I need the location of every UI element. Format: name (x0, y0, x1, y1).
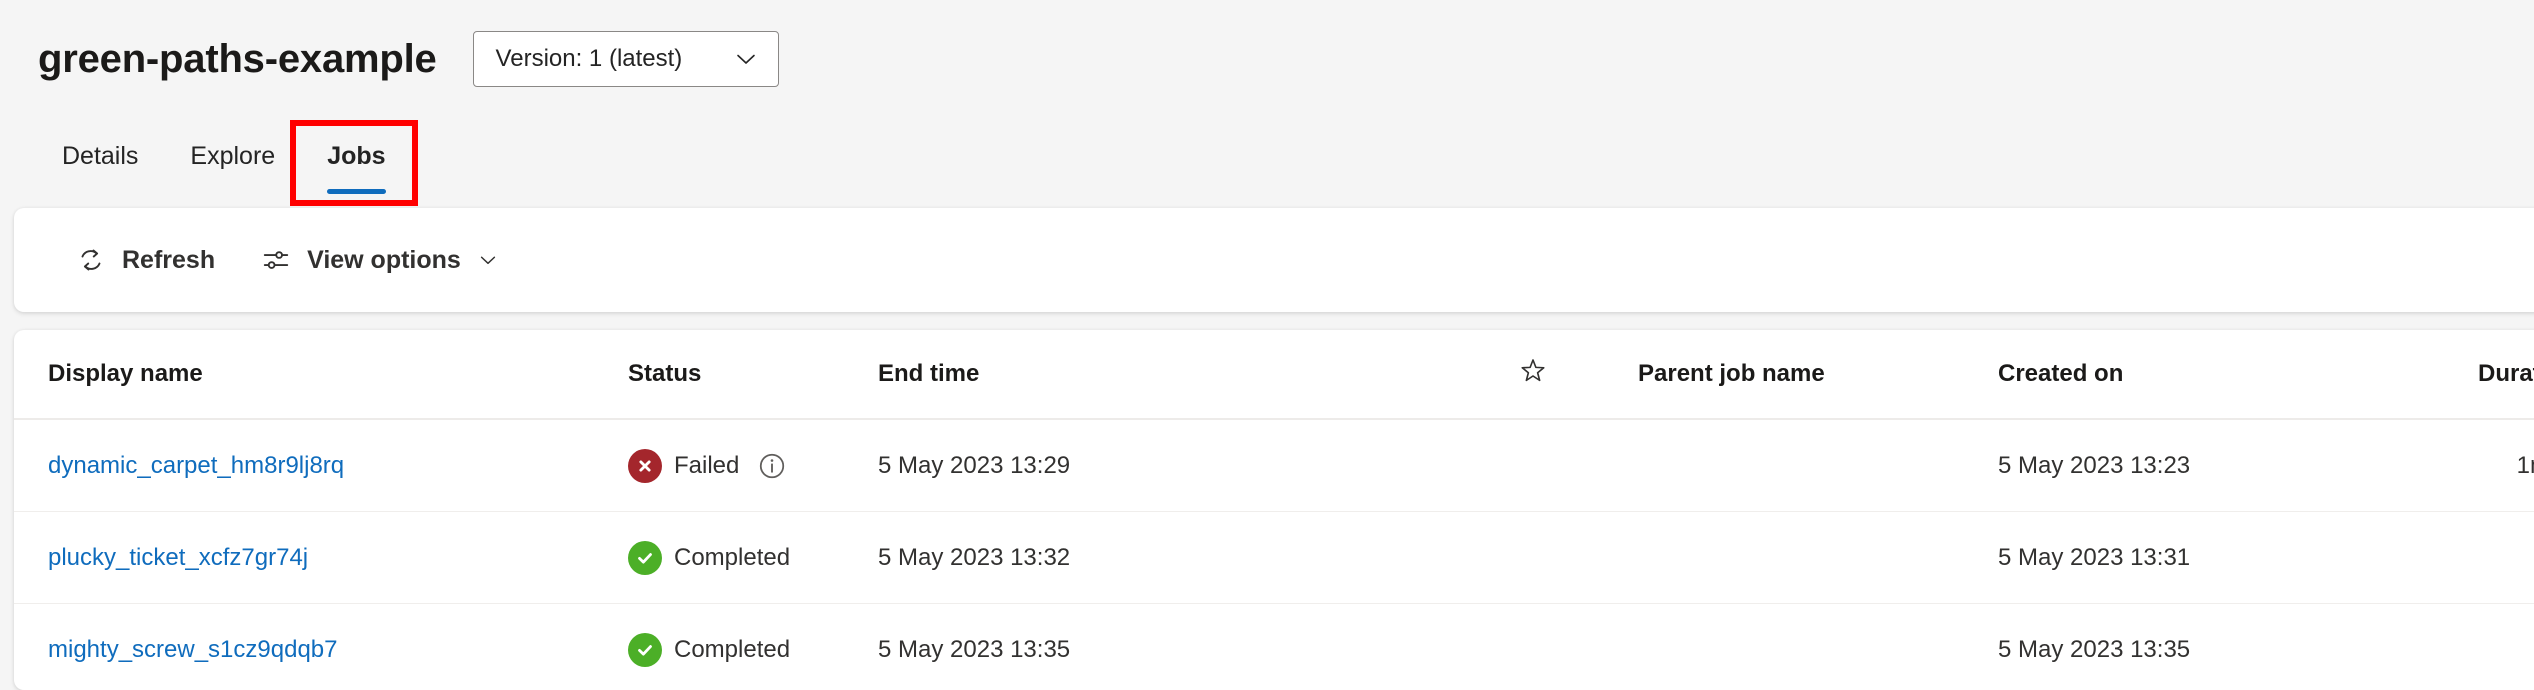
cell-created-on: 5 May 2023 13:23 (1998, 419, 2478, 512)
cell-parent-job-name (1638, 604, 1998, 690)
cell-end-time: 5 May 2023 13:35 (878, 604, 1518, 690)
jobs-table-card: Display name Status End time Parent job … (14, 330, 2534, 690)
status-label: Completed (674, 636, 790, 664)
column-header-parent-job-name[interactable]: Parent job name (1638, 330, 1998, 419)
cell-duration: 15s (2478, 604, 2534, 690)
table-header-row: Display name Status End time Parent job … (14, 330, 2534, 419)
tab-bar: Details Explore Jobs (0, 118, 2534, 208)
settings-sliders-icon (261, 245, 291, 275)
tab-explore-label: Explore (190, 142, 275, 171)
cell-display-name: mighty_screw_s1cz9qdqb7 (14, 604, 628, 690)
cell-parent-job-name (1638, 512, 1998, 604)
tab-jobs-label: Jobs (327, 142, 385, 171)
view-options-button[interactable]: View options (247, 230, 513, 290)
version-dropdown[interactable]: Version: 1 (latest) (473, 31, 779, 87)
table-row[interactable]: mighty_screw_s1cz9qdqb7 Completed (14, 604, 2534, 690)
refresh-button-label: Refresh (122, 246, 215, 275)
column-header-duration[interactable]: Duration (2478, 330, 2534, 419)
cell-end-time: 5 May 2023 13:29 (878, 419, 1518, 512)
page-title: green-paths-example (38, 37, 437, 82)
column-header-created-on[interactable]: Created on (1998, 330, 2478, 419)
cell-duration: 12s (2478, 512, 2534, 604)
refresh-icon (76, 245, 106, 275)
version-dropdown-value: Version: 1 (latest) (496, 45, 683, 73)
tab-details[interactable]: Details (36, 118, 164, 194)
column-header-status[interactable]: Status (628, 330, 878, 419)
tab-details-label: Details (62, 142, 138, 171)
status-badge: Completed (628, 541, 878, 575)
column-header-favorite[interactable] (1518, 330, 1638, 419)
error-icon (628, 449, 662, 483)
tab-explore[interactable]: Explore (164, 118, 301, 194)
status-label: Failed (674, 452, 739, 480)
cell-end-time: 5 May 2023 13:32 (878, 512, 1518, 604)
view-options-button-label: View options (307, 246, 461, 275)
status-badge: Completed (628, 633, 878, 667)
cell-created-on: 5 May 2023 13:35 (1998, 604, 2478, 690)
job-link[interactable]: mighty_screw_s1cz9qdqb7 (48, 636, 338, 663)
jobs-table-header: Display name Status End time Parent job … (14, 330, 2534, 419)
cell-display-name: dynamic_carpet_hm8r9lj8rq (14, 419, 628, 512)
table-row[interactable]: plucky_ticket_xcfz7gr74j Completed (14, 512, 2534, 604)
cell-favorite[interactable] (1518, 419, 1638, 512)
table-row[interactable]: dynamic_carpet_hm8r9lj8rq Failed (14, 419, 2534, 512)
toolbar: Refresh View options (14, 208, 2534, 312)
chevron-down-icon (734, 47, 758, 71)
checkmark-icon (628, 633, 662, 667)
column-header-end-time[interactable]: End time (878, 330, 1518, 419)
status-label: Completed (674, 544, 790, 572)
checkmark-icon (628, 541, 662, 575)
jobs-page: green-paths-example Version: 1 (latest) … (0, 0, 2534, 680)
chevron-down-icon (477, 249, 499, 271)
cell-parent-job-name (1638, 419, 1998, 512)
cell-favorite[interactable] (1518, 604, 1638, 690)
info-icon[interactable] (757, 451, 787, 481)
jobs-table-body: dynamic_carpet_hm8r9lj8rq Failed (14, 419, 2534, 690)
star-icon[interactable] (1518, 356, 1548, 386)
job-link[interactable]: dynamic_carpet_hm8r9lj8rq (48, 452, 344, 479)
cell-display-name: plucky_ticket_xcfz7gr74j (14, 512, 628, 604)
cell-duration: 1m 2s (2478, 419, 2534, 512)
tab-jobs[interactable]: Jobs (301, 118, 411, 194)
cell-status: Completed (628, 512, 878, 604)
cell-status: Failed (628, 419, 878, 512)
cell-status: Completed (628, 604, 878, 690)
status-badge: Failed (628, 449, 878, 483)
page-header: green-paths-example Version: 1 (latest) (0, 0, 2534, 118)
cell-created-on: 5 May 2023 13:31 (1998, 512, 2478, 604)
cell-favorite[interactable] (1518, 512, 1638, 604)
refresh-button[interactable]: Refresh (62, 230, 229, 290)
jobs-table: Display name Status End time Parent job … (14, 330, 2534, 690)
job-link[interactable]: plucky_ticket_xcfz7gr74j (48, 544, 308, 571)
column-header-display-name[interactable]: Display name (14, 330, 628, 419)
